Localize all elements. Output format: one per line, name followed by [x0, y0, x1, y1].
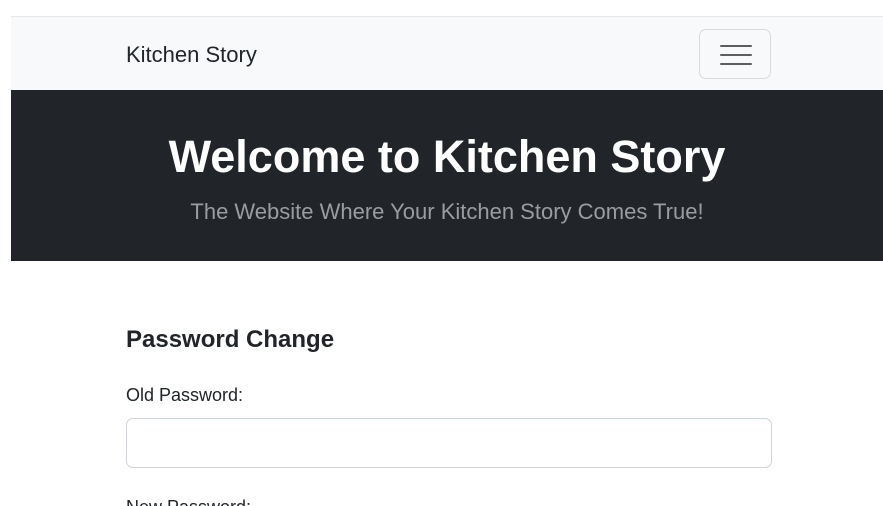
navbar: Kitchen Story: [11, 16, 883, 90]
old-password-input[interactable]: [126, 418, 772, 468]
new-password-label: New Password:: [126, 495, 251, 506]
hero-subtitle: The Website Where Your Kitchen Story Com…: [190, 199, 704, 224]
hero-banner: Welcome to Kitchen Story The Website Whe…: [11, 90, 883, 261]
page: Kitchen Story Welcome to Kitchen Story T…: [0, 0, 883, 506]
form-heading: Password Change: [126, 326, 335, 353]
navbar-toggler-button[interactable]: [699, 29, 771, 79]
hero-title: Welcome to Kitchen Story: [168, 131, 726, 182]
navbar-brand-link[interactable]: Kitchen Story: [126, 41, 257, 69]
viewport: Kitchen Story Welcome to Kitchen Story T…: [11, 16, 883, 506]
old-password-label: Old Password:: [126, 385, 244, 405]
browser-top-strip: [0, 0, 883, 16]
